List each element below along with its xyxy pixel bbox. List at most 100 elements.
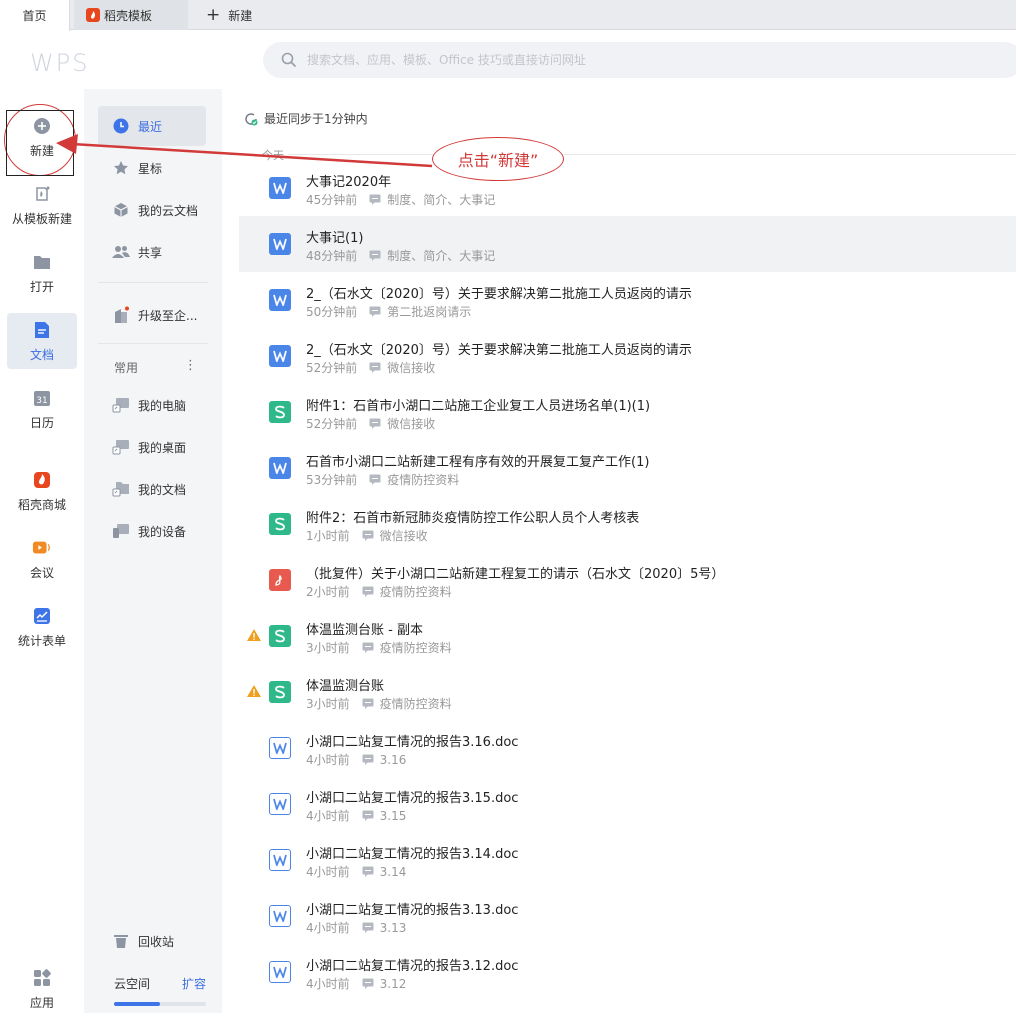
word-doc-icon bbox=[269, 233, 291, 255]
tag-icon bbox=[369, 474, 381, 485]
sidebar-item-starred[interactable]: 星标 bbox=[98, 148, 206, 188]
file-meta: 2小时前 疫情防控资料 bbox=[306, 583, 452, 600]
file-row[interactable]: 大事记2020年 45分钟前 制度、简介、大事记 bbox=[239, 160, 1016, 216]
sidebar-item-my-devices[interactable]: 我的设备 bbox=[98, 511, 206, 551]
file-row[interactable]: 小湖口二站复工情况的报告3.14.doc 4小时前 3.14 bbox=[239, 832, 1016, 888]
nav-open-label: 打开 bbox=[29, 279, 54, 294]
cloud-box-icon bbox=[112, 201, 130, 219]
file-meta: 52分钟前 微信接收 bbox=[306, 359, 435, 376]
group-divider bbox=[288, 154, 1016, 155]
file-name: 2_（石水文〔2020〕号）关于要求解决第二批施工人员返岗的请示 bbox=[306, 343, 692, 358]
nav-apps[interactable]: 应用 bbox=[7, 961, 77, 1013]
sidebar-item-cloud-docs-label: 我的云文档 bbox=[138, 203, 199, 218]
word-doc-icon bbox=[269, 289, 291, 311]
wps-logo: WPS bbox=[30, 49, 90, 77]
file-name: 体温监测台账 bbox=[306, 679, 385, 694]
nav-open[interactable]: 打开 bbox=[7, 245, 77, 301]
file-row[interactable]: （批复件）关于小湖口二站新建工程复工的请示（石水文〔2020〕5号） 2小时前 疫情… bbox=[239, 552, 1016, 608]
file-row[interactable]: 体温监测台账 3小时前 疫情防控资料 bbox=[239, 664, 1016, 720]
sidebar-item-my-documents[interactable]: 我的文档 bbox=[98, 469, 206, 509]
sidebar-item-my-desktop[interactable]: 我的桌面 bbox=[98, 427, 206, 467]
nav-docs[interactable]: 文档 bbox=[7, 313, 77, 369]
file-tag: 第二批返岗请示 bbox=[387, 305, 472, 319]
computer-icon bbox=[112, 396, 130, 414]
nav-form[interactable]: 统计表单 bbox=[7, 599, 77, 655]
sync-status-text: 最近同步于1分钟内 bbox=[264, 112, 368, 126]
file-meta: 50分钟前 第二批返岗请示 bbox=[306, 303, 471, 320]
file-tag: 微信接收 bbox=[379, 529, 428, 543]
docer-store-icon bbox=[32, 470, 52, 490]
search-input[interactable] bbox=[307, 53, 907, 67]
sidebar-item-recent[interactable]: 最近 bbox=[98, 106, 206, 146]
sidebar-divider bbox=[98, 282, 208, 283]
trash-icon bbox=[112, 932, 130, 950]
file-time: 48分钟前 bbox=[306, 249, 358, 263]
search-bar[interactable] bbox=[263, 42, 1016, 78]
file-name: 小湖口二站复工情况的报告3.13.doc bbox=[306, 903, 519, 918]
tag-icon bbox=[362, 866, 374, 877]
file-row[interactable]: 附件2：石首市新冠肺炎疫情防控工作公职人员个人考核表 1小时前 微信接收 bbox=[239, 496, 1016, 552]
file-row[interactable]: 小湖口二站复工情况的报告3.16.doc 4小时前 3.16 bbox=[239, 720, 1016, 776]
documents-folder-icon bbox=[112, 480, 130, 498]
file-name: 小湖口二站复工情况的报告3.15.doc bbox=[306, 791, 519, 806]
clock-icon bbox=[112, 117, 130, 135]
file-row[interactable]: 2_（石水文〔2020〕号）关于要求解决第二批施工人员返岗的请示 50分钟前 第二批… bbox=[239, 272, 1016, 328]
file-tag: 微信接收 bbox=[387, 417, 436, 431]
file-row[interactable]: 大事记(1) 48分钟前 制度、简介、大事记 bbox=[239, 216, 1016, 272]
nav-store[interactable]: 稻壳商城 bbox=[7, 463, 77, 519]
file-meta: 4小时前 3.12 bbox=[306, 975, 406, 992]
devices-icon bbox=[112, 522, 130, 540]
plus-icon: + bbox=[206, 5, 221, 25]
file-name: 小湖口二站复工情况的报告3.14.doc bbox=[306, 847, 519, 862]
tab-home[interactable]: 首页 bbox=[0, 0, 70, 31]
annotation-box bbox=[6, 110, 74, 176]
warning-icon bbox=[247, 685, 261, 697]
sidebar-item-my-computer[interactable]: 我的电脑 bbox=[98, 385, 206, 425]
file-row[interactable]: 石首市小湖口二站新建工程有序有效的开展复工复产工作(1) 53分钟前 疫情防控资料 bbox=[239, 440, 1016, 496]
sidebar-item-shared[interactable]: 共享 bbox=[98, 232, 206, 272]
expand-link[interactable]: 扩容 bbox=[182, 975, 206, 992]
file-name: 大事记2020年 bbox=[306, 175, 392, 190]
nav-calendar[interactable]: 31 日历 bbox=[7, 381, 77, 437]
frequent-more-icon[interactable]: ⋮ bbox=[184, 358, 197, 373]
file-name: 小湖口二站复工情况的报告3.16.doc bbox=[306, 735, 519, 750]
file-row[interactable]: 小湖口二站复工情况的报告3.15.doc 4小时前 3.15 bbox=[239, 776, 1016, 832]
word-doc-outline-icon bbox=[269, 961, 291, 983]
sidebar-item-recycle-bin[interactable]: 回收站 bbox=[98, 921, 206, 961]
file-row[interactable]: 小湖口二站复工情况的报告3.12.doc 4小时前 3.12 bbox=[239, 944, 1016, 1000]
file-time: 1小时前 bbox=[306, 529, 350, 543]
nav-meeting[interactable]: 会议 bbox=[7, 531, 77, 587]
sidebar-divider bbox=[98, 343, 208, 344]
file-tag: 疫情防控资料 bbox=[379, 585, 452, 599]
file-meta: 4小时前 3.14 bbox=[306, 863, 406, 880]
file-name: 附件1：石首市小湖口二站施工企业复工人员进场名单(1)(1) bbox=[306, 399, 651, 414]
file-tag: 疫情防控资料 bbox=[379, 697, 452, 711]
tag-icon bbox=[369, 362, 381, 373]
tag-icon bbox=[362, 642, 374, 653]
file-meta: 53分钟前 疫情防控资料 bbox=[306, 471, 459, 488]
file-name: 附件2：石首市新冠肺炎疫情防控工作公职人员个人考核表 bbox=[306, 511, 640, 526]
nav-from-template[interactable]: 从模板新建 bbox=[7, 177, 77, 233]
calendar-icon: 31 bbox=[32, 388, 52, 408]
file-row[interactable]: 2_（石水文〔2020〕号）关于要求解决第二批施工人员返岗的请示 52分钟前 微信接… bbox=[239, 328, 1016, 384]
new-tab-button[interactable]: + 新建 bbox=[206, 0, 252, 30]
file-row[interactable]: 附件1：石首市小湖口二站施工企业复工人员进场名单(1)(1) 52分钟前 微信接收 bbox=[239, 384, 1016, 440]
file-tag: 制度、简介、大事记 bbox=[387, 193, 496, 207]
sidebar-item-my-desktop-label: 我的桌面 bbox=[138, 440, 187, 455]
tag-icon bbox=[369, 194, 381, 205]
tag-icon bbox=[362, 754, 374, 765]
calendar-number: 31 bbox=[36, 396, 47, 406]
sidebar-item-cloud-docs[interactable]: 我的云文档 bbox=[98, 190, 206, 230]
nav-form-label: 统计表单 bbox=[17, 633, 66, 648]
spreadsheet-icon bbox=[269, 513, 291, 535]
sidebar-item-upgrade[interactable]: 升级至企... bbox=[98, 295, 206, 335]
file-row[interactable]: 小湖口二站复工情况的报告3.13.doc 4小时前 3.13 bbox=[239, 888, 1016, 944]
file-row[interactable]: 体温监测台账 - 副本 3小时前 疫情防控资料 bbox=[239, 608, 1016, 664]
tab-template[interactable]: 稻壳模板 bbox=[74, 0, 188, 30]
file-time: 50分钟前 bbox=[306, 305, 358, 319]
word-doc-outline-icon bbox=[269, 793, 291, 815]
file-time: 4小时前 bbox=[306, 921, 350, 935]
tab-template-label: 稻壳模板 bbox=[104, 8, 153, 23]
folder-icon bbox=[32, 252, 52, 272]
file-meta: 4小时前 3.16 bbox=[306, 751, 406, 768]
